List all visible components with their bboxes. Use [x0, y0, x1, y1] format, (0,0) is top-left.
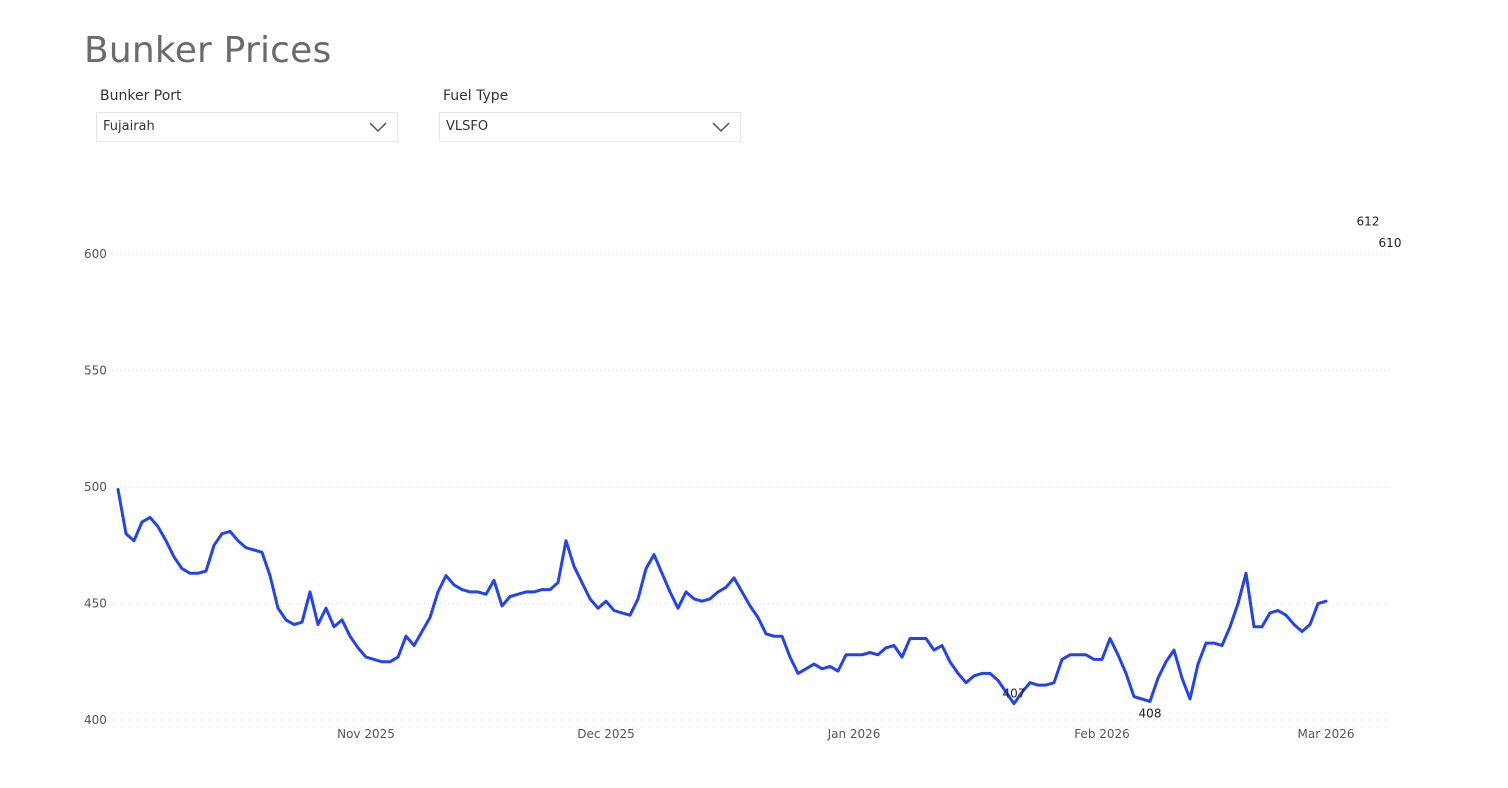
data-label: 408 — [1139, 706, 1162, 720]
data-label: 612 — [1357, 214, 1380, 228]
x-tick-label: Jan 2026 — [827, 727, 881, 741]
x-tick-label: Mar 2026 — [1298, 727, 1355, 741]
gridlines — [112, 253, 1390, 721]
x-tick-label: Feb 2026 — [1074, 727, 1130, 741]
x-tick-label: Nov 2025 — [337, 727, 395, 741]
x-tick-label: Dec 2025 — [577, 727, 635, 741]
y-tick-label: 500 — [84, 480, 107, 494]
x-axis-ticks: Nov 2025 Dec 2025 Jan 2026 Feb 2026 Mar 2026 — [337, 727, 1354, 741]
y-tick-label: 600 — [84, 247, 107, 261]
series-layer — [116, 487, 1328, 706]
y-axis-ticks: 400 450 500 550 600 — [84, 247, 107, 727]
data-labels: 407 408 612 610 — [1003, 214, 1402, 720]
y-tick-label: 400 — [84, 713, 107, 727]
data-label: 610 — [1379, 236, 1402, 250]
y-tick-label: 550 — [84, 364, 107, 378]
price-series-line — [116, 487, 1328, 706]
bunker-price-line-chart: 400 450 500 550 600 Nov 2025 Dec 2025 Jan 2026… — [84, 214, 1402, 741]
page: Bunker Prices Bunker Port Fujairah Fuel … — [0, 0, 1508, 788]
y-tick-label: 450 — [84, 597, 107, 611]
data-label: 407 — [1003, 687, 1026, 701]
